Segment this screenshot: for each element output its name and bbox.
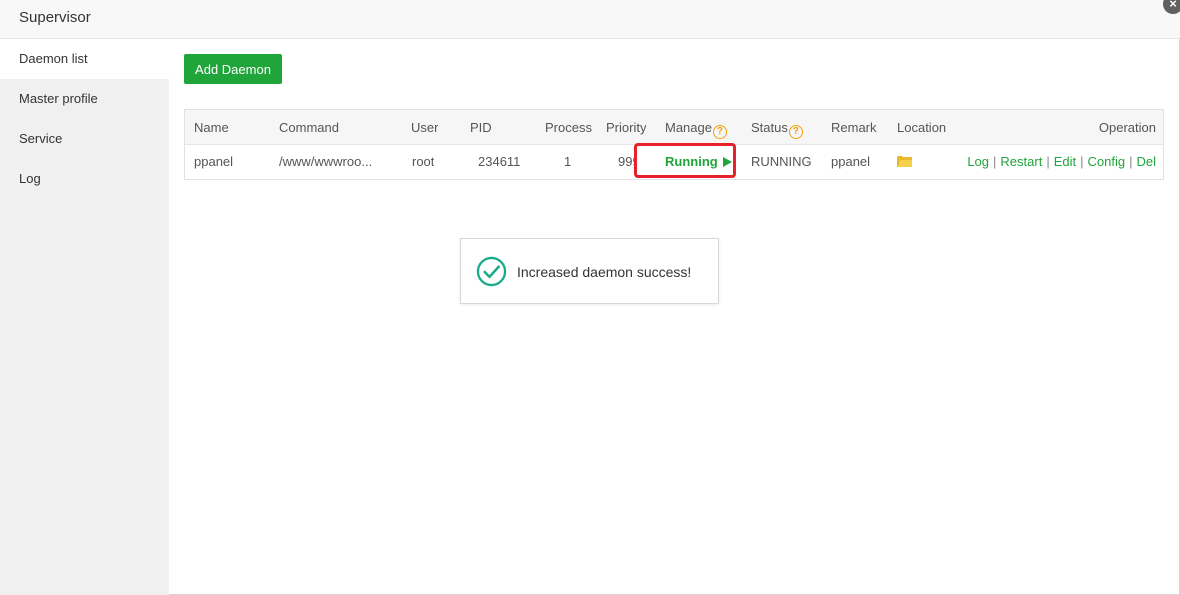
supervisor-window: Supervisor × Daemon list Master profile … <box>0 0 1180 595</box>
location-button[interactable] <box>897 145 912 179</box>
sidebar-item-master-profile[interactable]: Master profile <box>0 79 169 119</box>
edit-link[interactable]: Edit <box>1054 154 1076 169</box>
separator: | <box>1129 154 1133 169</box>
sidebar-item-daemon-list[interactable]: Daemon list <box>0 39 169 79</box>
sidebar-item-log[interactable]: Log <box>0 159 169 199</box>
manage-running-label: Running <box>665 154 718 169</box>
window-title: Supervisor <box>19 9 91 26</box>
check-circle-icon <box>476 256 507 287</box>
operation-links: Log | Restart | Edit | Config | Del <box>967 145 1156 179</box>
success-toast: Increased daemon success! <box>460 238 719 304</box>
config-link[interactable]: Config <box>1088 154 1126 169</box>
cell-command: /www/wwwroo... <box>279 154 373 169</box>
cell-user: root <box>412 154 435 169</box>
header-location: Location <box>897 120 947 135</box>
close-button[interactable]: × <box>1163 0 1180 14</box>
sidebar-item-service[interactable]: Service <box>0 119 169 159</box>
header-manage: Manage? <box>665 110 727 144</box>
cell-pid: 234611 <box>478 154 521 169</box>
header-pid: PID <box>470 120 492 135</box>
cell-priority: 999 <box>618 154 636 169</box>
separator: | <box>1046 154 1050 169</box>
header-name: Name <box>194 120 229 135</box>
toast-message: Increased daemon success! <box>517 264 692 280</box>
header-remark: Remark <box>831 120 877 135</box>
main-panel: Add Daemon Name Command User PID Process… <box>169 39 1179 594</box>
header-operation: Operation <box>1098 120 1156 135</box>
log-link[interactable]: Log <box>967 154 989 169</box>
header-priority: Priority <box>606 120 647 135</box>
header-user: User <box>411 120 439 135</box>
play-icon <box>722 157 732 167</box>
header-manage-label: Manage <box>665 120 712 135</box>
cell-status: RUNNING <box>751 154 812 169</box>
manage-running-button[interactable]: Running <box>665 145 732 179</box>
cell-name: ppanel <box>194 154 234 169</box>
help-icon[interactable]: ? <box>712 125 727 139</box>
restart-link[interactable]: Restart <box>1000 154 1042 169</box>
folder-open-icon <box>897 156 912 167</box>
header-process: Process <box>545 120 592 135</box>
cell-process: 1 <box>564 154 572 169</box>
header-status: Status? <box>751 110 803 144</box>
header-status-label: Status <box>751 120 788 135</box>
daemon-table: Name Command User PID Process Priority M… <box>184 109 1164 180</box>
cell-remark: ppanel <box>831 154 871 169</box>
separator: | <box>993 154 997 169</box>
sidebar: Daemon list Master profile Service Log <box>0 39 169 595</box>
table-header: Name Command User PID Process Priority M… <box>185 110 1163 145</box>
add-daemon-button[interactable]: Add Daemon <box>184 54 282 84</box>
separator: | <box>1080 154 1084 169</box>
help-icon[interactable]: ? <box>788 125 803 139</box>
header-command: Command <box>279 120 339 135</box>
table-row: ppanel /www/wwwroo... root 234611 1 999 … <box>185 145 1163 179</box>
title-bar: Supervisor × <box>0 0 1180 39</box>
del-link[interactable]: Del <box>1136 154 1156 169</box>
